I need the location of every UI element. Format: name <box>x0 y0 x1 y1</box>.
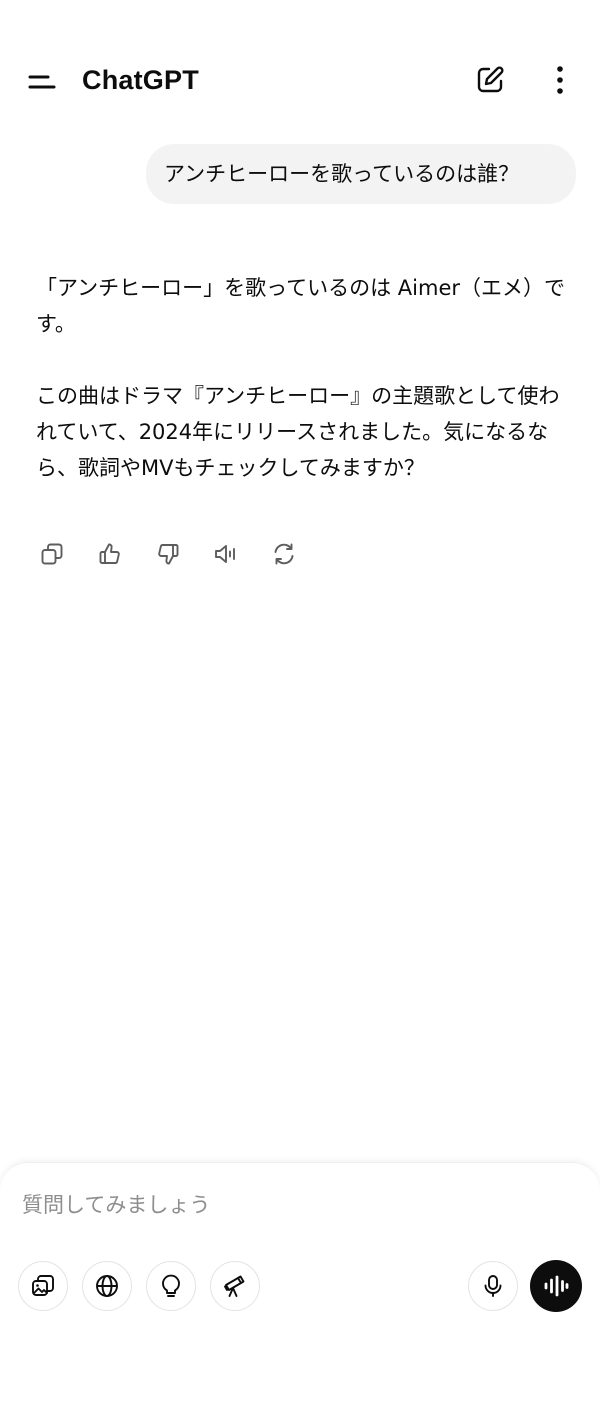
thumbs-up-icon <box>98 542 122 566</box>
menu-icon <box>28 72 56 92</box>
web-search-button[interactable] <box>82 1261 132 1311</box>
speaker-icon <box>213 542 239 566</box>
reason-button[interactable] <box>146 1261 196 1311</box>
user-message-text: アンチヒーローを歌っているのは誰？ <box>164 162 520 186</box>
more-vertical-icon <box>556 65 564 95</box>
menu-button[interactable] <box>20 60 64 104</box>
user-message-bubble: アンチヒーローを歌っているのは誰？ <box>146 144 576 204</box>
new-chat-button[interactable] <box>468 58 512 102</box>
more-options-button[interactable] <box>538 58 582 102</box>
assistant-paragraph: この曲はドラマ『アンチヒーロー』の主題歌として使われていて、2024年にリリース… <box>36 384 560 480</box>
thumbs-up-button[interactable] <box>88 532 132 576</box>
image-icon <box>30 1273 56 1299</box>
regenerate-icon <box>271 541 297 567</box>
message-actions <box>30 532 306 576</box>
copy-icon <box>40 542 64 566</box>
thumbs-down-button[interactable] <box>146 532 190 576</box>
deep-research-button[interactable] <box>210 1261 260 1311</box>
attach-image-button[interactable] <box>18 1261 68 1311</box>
voice-mode-button[interactable] <box>530 1260 582 1312</box>
copy-button[interactable] <box>30 532 74 576</box>
globe-icon <box>94 1273 120 1299</box>
microphone-icon <box>481 1273 505 1299</box>
read-aloud-button[interactable] <box>204 532 248 576</box>
voice-mode-icon <box>542 1274 570 1298</box>
edit-icon <box>475 65 505 95</box>
thumbs-down-icon <box>156 542 180 566</box>
dictation-button[interactable] <box>468 1261 518 1311</box>
telescope-icon <box>222 1273 248 1299</box>
app-title: ChatGPT <box>82 65 199 95</box>
top-bar: ChatGPT <box>0 0 600 160</box>
composer <box>0 1162 600 1401</box>
assistant-message: 「アンチヒーロー」を歌っているのは Aimer（エメ）です。 この曲はドラマ『ア… <box>36 270 566 522</box>
lightbulb-icon <box>158 1273 184 1299</box>
assistant-paragraph: 「アンチヒーロー」を歌っているのは Aimer（エメ）です。 <box>36 276 565 336</box>
prompt-input[interactable] <box>22 1185 562 1225</box>
regenerate-button[interactable] <box>262 532 306 576</box>
